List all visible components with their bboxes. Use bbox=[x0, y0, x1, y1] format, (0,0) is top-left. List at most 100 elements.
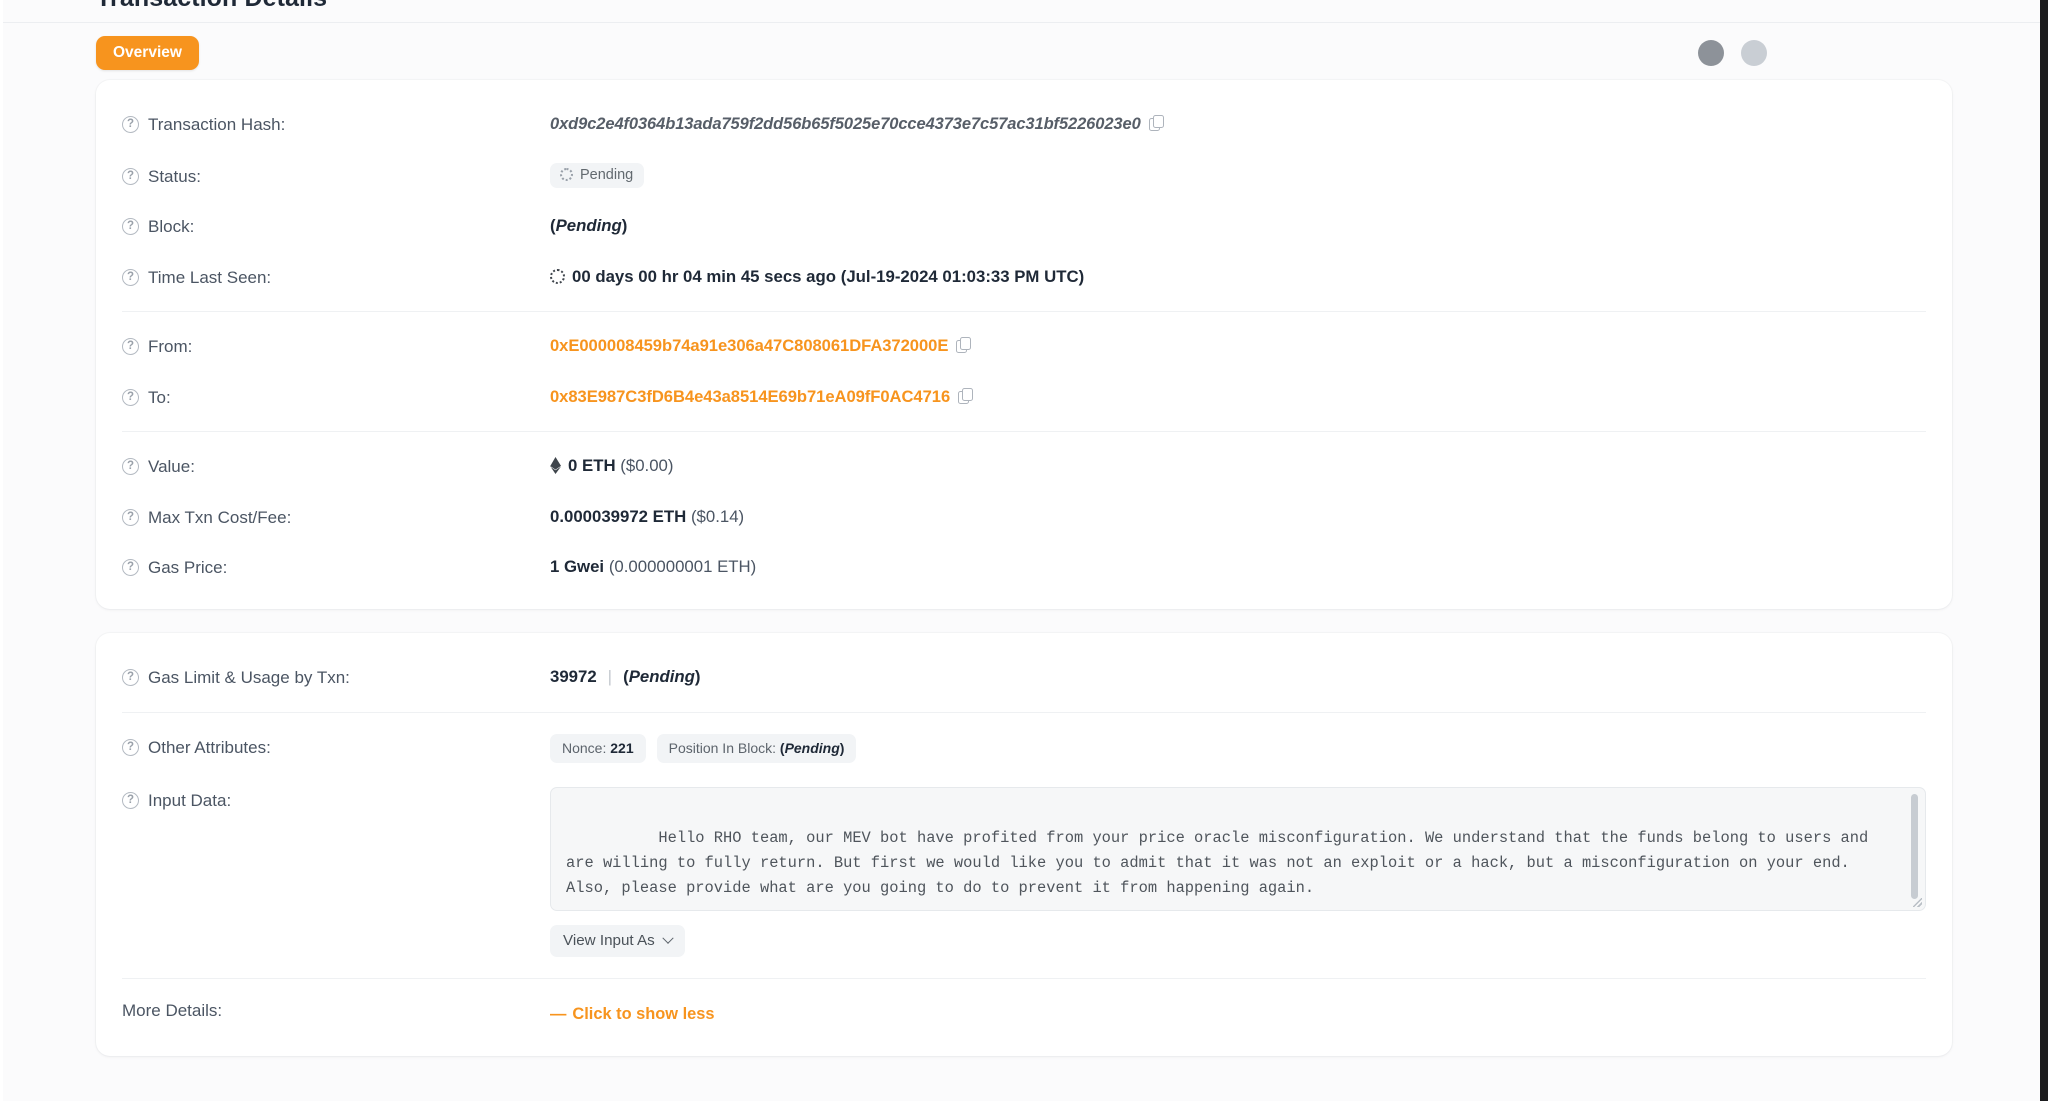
from-address-link[interactable]: 0xE000008459b74a91e306a47C808061DFA37200… bbox=[550, 336, 948, 355]
transaction-hash-text[interactable]: 0xd9c2e4f0364b13ada759f2dd56b65f5025e70c… bbox=[550, 115, 1141, 133]
row-status: ? Status: Pending bbox=[122, 151, 1926, 202]
circle-button-light[interactable] bbox=[1741, 40, 1767, 66]
label-text: Block: bbox=[148, 217, 195, 236]
value-block: (Pending) bbox=[550, 213, 1926, 239]
status-badge: Pending bbox=[550, 162, 645, 188]
copy-icon[interactable] bbox=[958, 387, 974, 404]
label-input-data: ? Input Data: bbox=[122, 787, 550, 814]
help-icon[interactable]: ? bbox=[122, 668, 139, 686]
section-divider bbox=[122, 978, 1926, 980]
copy-icon[interactable] bbox=[1148, 115, 1164, 131]
label-gas-limit-usage: ? Gas Limit & Usage by Txn: bbox=[122, 664, 550, 691]
circle-button-dark[interactable] bbox=[1698, 40, 1724, 66]
section-divider bbox=[122, 712, 1926, 713]
gas-usage-close-paren: ) bbox=[694, 666, 701, 686]
label-more-details: More Details: bbox=[122, 1001, 223, 1021]
gas-separator: | bbox=[607, 666, 613, 686]
value-status: Pending bbox=[550, 162, 1926, 189]
help-icon[interactable]: ? bbox=[122, 338, 139, 356]
value-eth-text: 0 ETH bbox=[568, 456, 616, 475]
value-to: 0x83E987C3fD6B4e43a8514E69b71eA09fF0AC47… bbox=[550, 384, 1926, 410]
input-data-scrollbar[interactable] bbox=[1911, 794, 1918, 900]
value-gas-limit-usage: 39972 | (Pending) bbox=[550, 664, 1926, 690]
label-transaction-hash: ? Transaction Hash: bbox=[122, 111, 550, 138]
view-input-as-button[interactable]: View Input As bbox=[550, 925, 685, 958]
details-card: ? Gas Limit & Usage by Txn: 39972 | (Pendi… bbox=[96, 632, 1952, 1056]
label-time-last-seen: ? Time Last Seen: bbox=[122, 264, 550, 291]
chip-position-close-paren: ) bbox=[839, 740, 845, 756]
row-to: ? To: 0x83E987C3fD6B4e43a8514E69b71eA09f… bbox=[122, 372, 1926, 423]
value-from: 0xE000008459b74a91e306a47C808061DFA37200… bbox=[550, 333, 1926, 359]
to-address-link[interactable]: 0x83E987C3fD6B4e43a8514E69b71eA09fF0AC47… bbox=[550, 387, 950, 406]
viewport-left-edge bbox=[0, 0, 3, 1101]
label-text: From: bbox=[148, 337, 193, 356]
spinner-icon bbox=[560, 168, 573, 182]
value-more-details: — Click to show less bbox=[550, 1001, 1926, 1027]
ethereum-icon bbox=[550, 457, 561, 474]
label-gas-price: ? Gas Price: bbox=[122, 554, 550, 581]
label-value: ? Value: bbox=[122, 453, 550, 480]
chip-position-value: Pending bbox=[784, 740, 840, 756]
resize-handle[interactable] bbox=[1913, 898, 1922, 908]
help-icon[interactable]: ? bbox=[122, 116, 139, 134]
input-data-text: Hello RHO team, our MEV bot have profite… bbox=[566, 829, 1878, 897]
copy-icon[interactable] bbox=[956, 337, 972, 353]
tab-bar: Overview bbox=[96, 0, 1952, 80]
label-text: Time Last Seen: bbox=[148, 267, 272, 287]
fee-fiat-text: ($0.14) bbox=[690, 506, 745, 526]
help-icon[interactable]: ? bbox=[122, 458, 139, 476]
label-from: ? From: bbox=[122, 333, 550, 360]
chip-nonce-value: 221 bbox=[610, 740, 634, 756]
label-text: Gas Limit & Usage by Txn: bbox=[148, 667, 350, 687]
label-other-attributes: ? Other Attributes: bbox=[122, 734, 550, 761]
label-to: ? To: bbox=[122, 384, 550, 411]
row-from: ? From: 0xE000008459b74a91e306a47C808061… bbox=[122, 321, 1926, 372]
label-text: Gas Price: bbox=[148, 558, 228, 577]
gas-limit-text: 39972 bbox=[550, 666, 597, 686]
viewport-right-edge bbox=[2040, 0, 2048, 1101]
value-max-txn-cost-fee: 0.000039972 ETH ($0.14) bbox=[550, 504, 1926, 530]
help-icon[interactable]: ? bbox=[122, 559, 139, 577]
block-status-text: Pending bbox=[555, 216, 622, 235]
spinner-icon bbox=[550, 268, 565, 284]
gas-usage-text: Pending bbox=[628, 666, 695, 686]
input-data-textarea[interactable]: Hello RHO team, our MEV bot have profite… bbox=[550, 787, 1926, 912]
show-less-link[interactable]: — Click to show less bbox=[550, 1005, 715, 1023]
view-input-as-label: View Input As bbox=[563, 932, 655, 950]
row-max-txn-cost-fee: ? Max Txn Cost/Fee: 0.000039972 ETH ($0.… bbox=[122, 492, 1926, 543]
help-icon[interactable]: ? bbox=[122, 218, 139, 236]
row-more-details: More Details: — Click to show less bbox=[122, 988, 1926, 1040]
label-text: Max Txn Cost/Fee: bbox=[148, 507, 292, 527]
help-icon[interactable]: ? bbox=[122, 268, 139, 286]
help-icon[interactable]: ? bbox=[122, 388, 139, 406]
gas-price-eth-text: (0.000000001 ETH) bbox=[608, 557, 757, 576]
help-icon[interactable]: ? bbox=[122, 792, 139, 810]
row-value: ? Value: 0 ETH ($0.00) bbox=[122, 441, 1926, 492]
label-max-txn-cost-fee: ? Max Txn Cost/Fee: bbox=[122, 504, 550, 531]
help-icon[interactable]: ? bbox=[122, 167, 139, 185]
row-transaction-hash: ? Transaction Hash: 0xd9c2e4f0364b13ada7… bbox=[122, 98, 1926, 151]
fee-eth-text: 0.000039972 ETH bbox=[550, 506, 687, 526]
tab-bar-actions bbox=[1698, 40, 1952, 66]
value-other-attributes: Nonce: 221 Position In Block: (Pending) bbox=[550, 734, 1926, 764]
label-text: Value: bbox=[148, 457, 195, 476]
row-input-data: ? Input Data: Hello RHO team, our MEV bo… bbox=[122, 775, 1926, 969]
chevron-down-icon bbox=[662, 932, 674, 944]
transaction-details-page: Transaction Details Overview ? Transacti… bbox=[0, 0, 2048, 1056]
help-icon[interactable]: ? bbox=[122, 508, 139, 526]
chip-position-label: Position In Block: bbox=[668, 740, 776, 756]
label-text: Transaction Hash: bbox=[148, 115, 286, 134]
chip-position-in-block: Position In Block: (Pending) bbox=[656, 734, 857, 764]
gas-price-gwei-text: 1 Gwei bbox=[550, 557, 605, 576]
tab-overview[interactable]: Overview bbox=[96, 35, 199, 71]
label-block: ? Block: bbox=[122, 213, 550, 240]
label-status: ? Status: bbox=[122, 163, 550, 190]
row-gas-limit-usage: ? Gas Limit & Usage by Txn: 39972 | (Pendi… bbox=[122, 651, 1926, 704]
value-transaction-hash: 0xd9c2e4f0364b13ada759f2dd56b65f5025e70c… bbox=[550, 111, 1926, 137]
time-elapsed-text: 00 days 00 hr 04 min 45 secs ago bbox=[572, 266, 836, 286]
help-icon[interactable]: ? bbox=[122, 739, 139, 757]
section-divider bbox=[122, 311, 1926, 312]
attribute-chip-group: Nonce: 221 Position In Block: (Pending) bbox=[550, 734, 1926, 764]
label-text: Status: bbox=[148, 166, 201, 186]
show-less-text: Click to show less bbox=[572, 1005, 715, 1024]
